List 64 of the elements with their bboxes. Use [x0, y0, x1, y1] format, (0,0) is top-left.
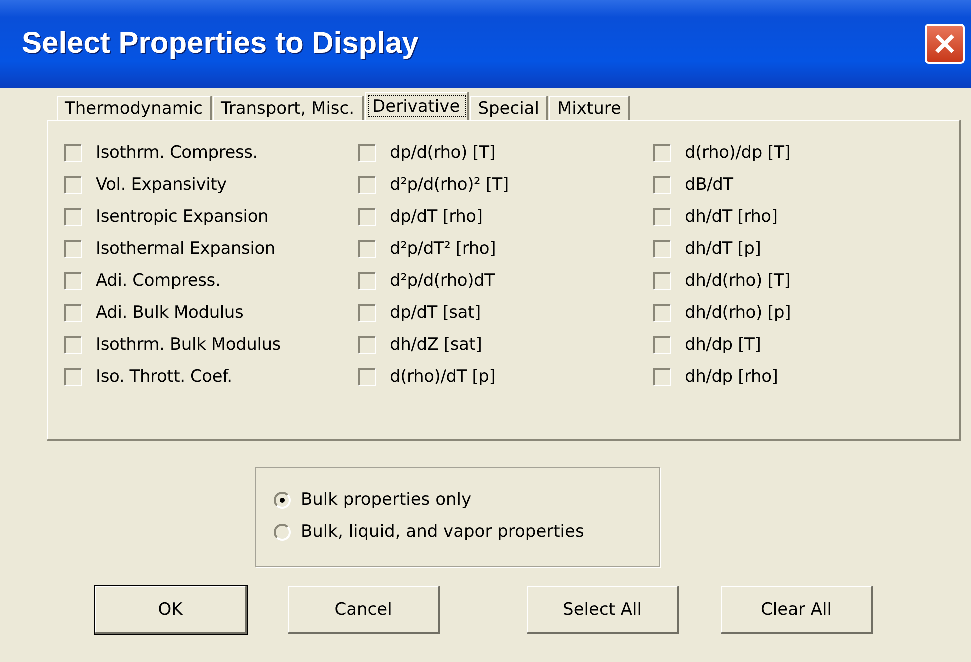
checkbox-label: d(rho)/dp [T] — [685, 143, 791, 163]
checkbox-label: Isothermal Expansion — [96, 239, 276, 259]
window-title: Select Properties to Display — [22, 27, 419, 61]
checkbox-label: d²p/d(rho)² [T] — [390, 175, 509, 195]
checkbox[interactable] — [653, 368, 671, 386]
checkbox-label: d²p/dT² [rho] — [390, 239, 496, 259]
checkbox-label: Isothrm. Compress. — [96, 143, 258, 163]
checkbox-label: dh/dT [rho] — [685, 207, 778, 227]
checkbox[interactable] — [653, 208, 671, 226]
checkbox-label: d²p/d(rho)dT — [390, 271, 495, 291]
checkbox[interactable] — [358, 272, 376, 290]
close-icon — [934, 33, 956, 55]
checkbox[interactable] — [358, 368, 376, 386]
checkbox[interactable] — [653, 176, 671, 194]
checkbox[interactable] — [653, 336, 671, 354]
checkbox[interactable] — [64, 272, 82, 290]
checkbox[interactable] — [653, 304, 671, 322]
tab[interactable]: Special — [470, 96, 548, 120]
checkbox[interactable] — [358, 176, 376, 194]
checkbox[interactable] — [358, 208, 376, 226]
checkbox[interactable] — [358, 304, 376, 322]
checkbox-label: d(rho)/dT [p] — [390, 367, 496, 387]
checkbox-label: dh/d(rho) [T] — [685, 271, 791, 291]
checkbox[interactable] — [64, 176, 82, 194]
checkbox[interactable] — [653, 144, 671, 162]
checkbox-label: dp/dT [sat] — [390, 303, 481, 323]
checkbox-label: dh/dZ [sat] — [390, 335, 482, 355]
checkbox[interactable] — [358, 144, 376, 162]
checkbox[interactable] — [64, 368, 82, 386]
checkbox-label: dp/dT [rho] — [390, 207, 483, 227]
tab[interactable]: Thermodynamic — [57, 96, 212, 120]
tab[interactable]: Derivative — [364, 92, 470, 120]
radio-label: Bulk, liquid, and vapor properties — [301, 522, 584, 542]
checkbox[interactable] — [358, 336, 376, 354]
close-button[interactable] — [925, 24, 965, 64]
checkbox-label: dh/dT [p] — [685, 239, 762, 259]
checkbox-label: dp/d(rho) [T] — [390, 143, 496, 163]
radio-button[interactable] — [274, 524, 291, 540]
dialog-button[interactable]: Cancel — [288, 586, 440, 634]
checkbox-label: Isentropic Expansion — [96, 207, 269, 227]
checkbox-label: dh/dp [rho] — [685, 367, 778, 387]
checkbox[interactable] — [64, 336, 82, 354]
checkbox[interactable] — [64, 240, 82, 258]
checkbox-label: Isothrm. Bulk Modulus — [96, 335, 281, 355]
radio-button[interactable] — [274, 492, 291, 508]
tab[interactable]: Mixture — [549, 96, 630, 120]
checkbox-label: dh/dp [T] — [685, 335, 762, 355]
checkbox-label: Adi. Bulk Modulus — [96, 303, 244, 323]
checkbox[interactable] — [64, 144, 82, 162]
checkbox-label: Iso. Thrott. Coef. — [96, 367, 232, 387]
tab[interactable]: Transport, Misc. — [212, 96, 364, 120]
checkbox[interactable] — [64, 208, 82, 226]
radio-label: Bulk properties only — [301, 490, 472, 510]
checkbox[interactable] — [653, 240, 671, 258]
dialog-button[interactable]: OK — [95, 586, 247, 634]
checkbox[interactable] — [358, 240, 376, 258]
dialog-button[interactable]: Select All — [527, 586, 679, 634]
checkbox[interactable] — [653, 272, 671, 290]
checkbox[interactable] — [64, 304, 82, 322]
checkbox-label: Vol. Expansivity — [96, 175, 227, 195]
checkbox-label: Adi. Compress. — [96, 271, 221, 291]
checkbox-label: dB/dT — [685, 175, 734, 195]
dialog-button[interactable]: Clear All — [721, 586, 873, 634]
checkbox-label: dh/d(rho) [p] — [685, 303, 792, 323]
